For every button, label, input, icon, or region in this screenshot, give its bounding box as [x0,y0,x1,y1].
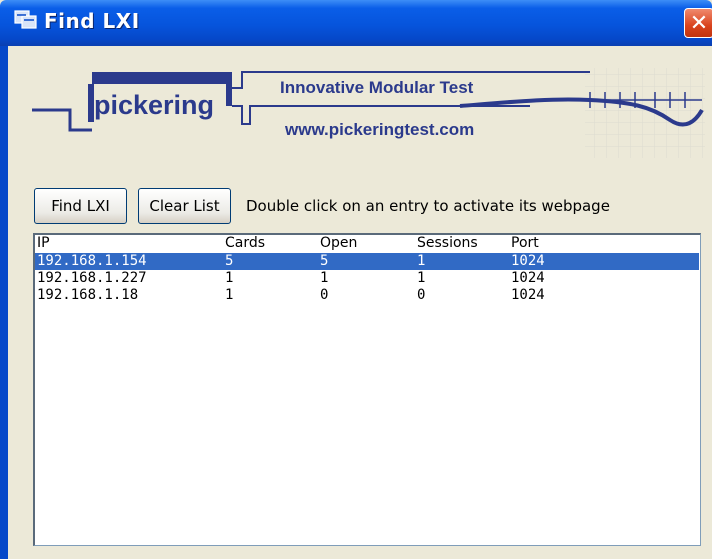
cell-sessions: 1 [417,253,426,269]
column-header-ip: IP [37,235,50,251]
title-bar[interactable]: Find LXI ✕ [0,0,712,46]
close-button[interactable]: ✕ [684,8,712,38]
cell-sessions: 0 [417,287,426,303]
list-row[interactable]: 192.168.1.227 1 1 1 1024 [35,270,699,287]
cell-open: 0 [320,287,329,303]
find-lxi-button[interactable]: Find LXI [34,188,127,224]
window-title: Find LXI [44,9,140,33]
column-header-cards: Cards [225,235,266,251]
logo-tagline: Innovative Modular Test [280,78,474,97]
list-row[interactable]: 192.168.1.18 1 0 0 1024 [35,287,699,304]
cell-ip: 192.168.1.154 [37,253,147,269]
logo-company-name: pickering [94,90,215,120]
cell-ip: 192.168.1.227 [37,270,147,286]
cell-cards: 1 [225,287,234,303]
window-bottom-edge [8,548,712,559]
cell-cards: 1 [225,270,234,286]
instruction-text: Double click on an entry to activate its… [246,197,610,215]
cell-port: 1024 [511,270,545,286]
cell-port: 1024 [511,287,545,303]
lxi-device-list[interactable]: IP Cards Open Sessions Port 192.168.1.15… [33,233,701,546]
find-lxi-window: Find LXI ✕ pickering Innovative Modular … [0,0,712,559]
app-window-icon [14,10,37,29]
column-header-port: Port [511,235,539,251]
pickering-logo-banner: pickering Innovative Modular Test www.pi… [30,62,710,172]
cell-cards: 5 [225,253,234,269]
column-header-sessions: Sessions [417,235,478,251]
cell-open: 5 [320,253,329,269]
clear-list-button[interactable]: Clear List [138,188,231,224]
list-row-selected[interactable]: 192.168.1.154 5 5 1 1024 [35,253,699,270]
cell-sessions: 1 [417,270,426,286]
list-header-row: IP Cards Open Sessions Port [35,235,699,252]
cell-open: 1 [320,270,329,286]
cell-ip: 192.168.1.18 [37,287,139,303]
column-header-open: Open [320,235,358,251]
close-icon: ✕ [689,10,709,36]
cell-port: 1024 [511,253,545,269]
window-border [0,46,8,559]
logo-website: www.pickeringtest.com [285,120,475,139]
